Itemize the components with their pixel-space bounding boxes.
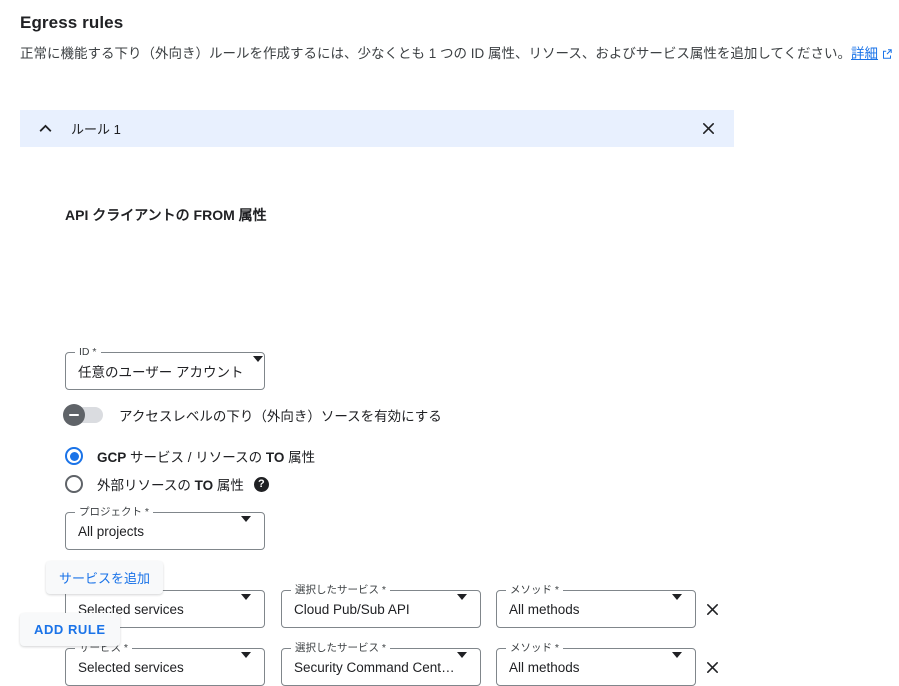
selected-service-select-row-0[interactable]: 選択したサービス * Cloud Pub/Sub API xyxy=(281,584,481,628)
access-level-toggle-label: アクセスレベルの下り（外向き）ソースを有効にする xyxy=(119,409,442,424)
selected-service-select-value: Cloud Pub/Sub API xyxy=(294,601,410,617)
chevron-down-icon xyxy=(241,516,251,540)
chevron-down-icon xyxy=(457,652,467,676)
radio-gcp-to-attributes[interactable] xyxy=(65,447,83,465)
add-rule-button[interactable]: ADD RULE xyxy=(20,613,120,646)
radio-external-to-attributes-label: 外部リソースの TO 属性 xyxy=(97,478,244,493)
chevron-down-icon xyxy=(457,594,467,618)
chevron-down-icon xyxy=(241,594,251,618)
chevron-down-icon xyxy=(241,652,251,676)
method-select-row-1[interactable]: メソッド * All methods xyxy=(496,642,696,686)
selected-service-select-row-1[interactable]: 選択したサービス * Security Command Center… xyxy=(281,642,481,686)
chevron-down-icon xyxy=(253,356,264,380)
section-heading: API クライアントの FROM 属性 xyxy=(65,207,267,223)
radio-gcp-to-attributes-label: GCP サービス / リソースの TO 属性 xyxy=(97,450,316,465)
close-icon[interactable] xyxy=(696,117,720,141)
add-service-button[interactable]: サービスを追加 xyxy=(46,561,164,594)
page-description: 正常に機能する下り（外向き）ルールを作成するには、少なくとも 1 つの ID 属… xyxy=(20,44,893,66)
method-select-label: メソッド * xyxy=(506,642,564,654)
selected-service-select-value: Security Command Center… xyxy=(294,659,457,675)
remove-service-row-1[interactable] xyxy=(700,655,724,679)
selected-service-select-label: 選択したサービス * xyxy=(291,642,391,654)
id-select[interactable]: ID * 任意のユーザー アカウント xyxy=(65,346,265,390)
toggle-knob xyxy=(63,404,85,426)
chevron-down-icon xyxy=(672,594,682,618)
selected-service-select-label: 選択したサービス * xyxy=(291,584,391,596)
rule-title: ルール 1 xyxy=(71,122,121,137)
page-description-text: 正常に機能する下り（外向き）ルールを作成するには、少なくとも 1 つの ID 属… xyxy=(20,46,852,61)
project-select-label: プロジェクト * xyxy=(75,506,154,518)
learn-more-link[interactable]: 詳細 xyxy=(851,46,878,61)
method-select-value: All methods xyxy=(509,659,580,675)
id-select-value: 任意のユーザー アカウント xyxy=(78,365,244,380)
method-select-label: メソッド * xyxy=(506,584,564,596)
radio-row-gcp-to-attributes[interactable]: GCP サービス / リソースの TO 属性 xyxy=(65,446,315,466)
id-select-label: ID * xyxy=(75,346,101,358)
page-title: Egress rules xyxy=(20,13,124,32)
method-select-value: All methods xyxy=(509,601,580,617)
chevron-down-icon xyxy=(672,652,682,676)
radio-row-external-to-attributes[interactable]: 外部リソースの TO 属性 ? xyxy=(65,474,269,494)
help-circle-icon[interactable]: ? xyxy=(253,476,269,492)
access-level-toggle[interactable] xyxy=(63,404,103,426)
method-select-row-0[interactable]: メソッド * All methods xyxy=(496,584,696,628)
service-select-row-1[interactable]: サービス * Selected services xyxy=(65,642,265,686)
project-select[interactable]: プロジェクト * All projects xyxy=(65,506,265,550)
external-link-icon xyxy=(881,46,893,66)
chevron-up-icon[interactable] xyxy=(34,118,56,140)
remove-service-row-0[interactable] xyxy=(700,597,724,621)
radio-external-to-attributes[interactable] xyxy=(65,475,83,493)
rule-header: ルール 1 xyxy=(20,110,734,147)
egress-rule-card: ルール 1 API クライアントの FROM 属性 ID * 任意のユーザー ア… xyxy=(20,110,734,686)
service-select-value: Selected services xyxy=(78,659,184,675)
access-level-toggle-row: アクセスレベルの下り（外向き）ソースを有効にする xyxy=(63,404,442,426)
project-select-value: All projects xyxy=(78,523,145,539)
